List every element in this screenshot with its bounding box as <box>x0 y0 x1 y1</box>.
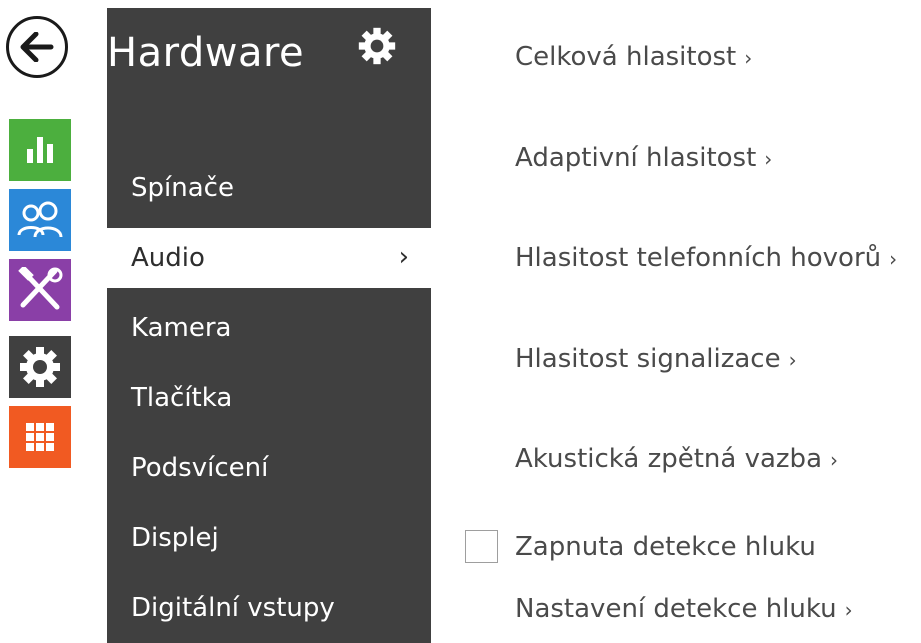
chevron-right-icon: › <box>830 448 838 472</box>
menu-item-podsviceni[interactable]: Podsvícení <box>107 438 431 498</box>
menu-item-label: Kamera <box>131 313 232 343</box>
chevron-right-icon: › <box>788 348 797 372</box>
link-label: Hlasitost telefonních hovorů <box>515 243 882 273</box>
noise-detection-label[interactable]: Zapnuta detekce hluku <box>515 532 816 562</box>
link-label: Celková hlasitost <box>515 42 737 72</box>
tools-icon <box>18 267 63 310</box>
menu-item-label: Podsvícení <box>131 453 269 483</box>
arrow-left-icon <box>20 32 54 62</box>
settings-gear-icon <box>357 26 397 70</box>
link-adaptivni-hlasitost[interactable]: Adaptivní hlasitost › <box>515 143 772 173</box>
link-nastaveni-detekce-hluku[interactable]: Nastavení detekce hluku › <box>515 594 853 624</box>
noise-detection-row: Zapnuta detekce hluku <box>465 530 816 563</box>
bar-chart-icon <box>27 137 53 163</box>
app-window: Hardware Spínače Audio › Kamera Tlačítka… <box>0 0 921 643</box>
link-celkova-hlasitost[interactable]: Celková hlasitost › <box>515 42 752 72</box>
menu-item-label: Displej <box>131 523 219 553</box>
link-hlasitost-signalizace[interactable]: Hlasitost signalizace › <box>515 344 797 374</box>
nav-users[interactable] <box>9 189 71 251</box>
link-label: Nastavení detekce hluku <box>515 594 837 624</box>
link-label: Adaptivní hlasitost <box>515 143 757 173</box>
nav-system[interactable] <box>9 406 71 468</box>
menu-item-digitalni-vstupy[interactable]: Digitální vstupy <box>107 578 431 638</box>
chevron-right-icon: › <box>844 598 853 622</box>
menu-item-kamera[interactable]: Kamera <box>107 298 431 358</box>
nav-status[interactable] <box>9 119 71 181</box>
hardware-submenu: Hardware Spínače Audio › Kamera Tlačítka… <box>107 8 431 643</box>
gear-icon <box>20 347 60 387</box>
chevron-right-icon: › <box>889 247 898 271</box>
back-button[interactable] <box>6 16 68 78</box>
grid-icon <box>26 423 54 451</box>
menu-item-label: Audio <box>131 243 205 273</box>
menu-item-label: Digitální vstupy <box>131 593 335 623</box>
chevron-right-icon: › <box>744 46 753 70</box>
chevron-right-icon: › <box>764 147 773 171</box>
menu-item-spinace[interactable]: Spínače <box>107 158 431 218</box>
menu-item-label: Spínače <box>131 173 234 203</box>
menu-item-label: Tlačítka <box>131 383 233 413</box>
noise-detection-checkbox[interactable] <box>465 530 498 563</box>
nav-services[interactable] <box>9 259 71 321</box>
link-label: Akustická zpětná vazba <box>515 444 822 474</box>
users-icon <box>17 201 63 238</box>
nav-hardware[interactable] <box>9 336 71 398</box>
menu-item-audio[interactable]: Audio › <box>107 228 431 288</box>
link-label: Hlasitost signalizace <box>515 344 781 374</box>
menu-item-tlacitka[interactable]: Tlačítka <box>107 368 431 428</box>
link-akusticka-zpetna-vazba[interactable]: Akustická zpětná vazba › <box>515 444 838 474</box>
chevron-right-icon: › <box>398 242 409 272</box>
menu-item-displej[interactable]: Displej <box>107 508 431 568</box>
link-hlasitost-telefonnich-hovoru[interactable]: Hlasitost telefonních hovorů › <box>515 243 897 273</box>
page-title: Hardware <box>107 30 305 76</box>
